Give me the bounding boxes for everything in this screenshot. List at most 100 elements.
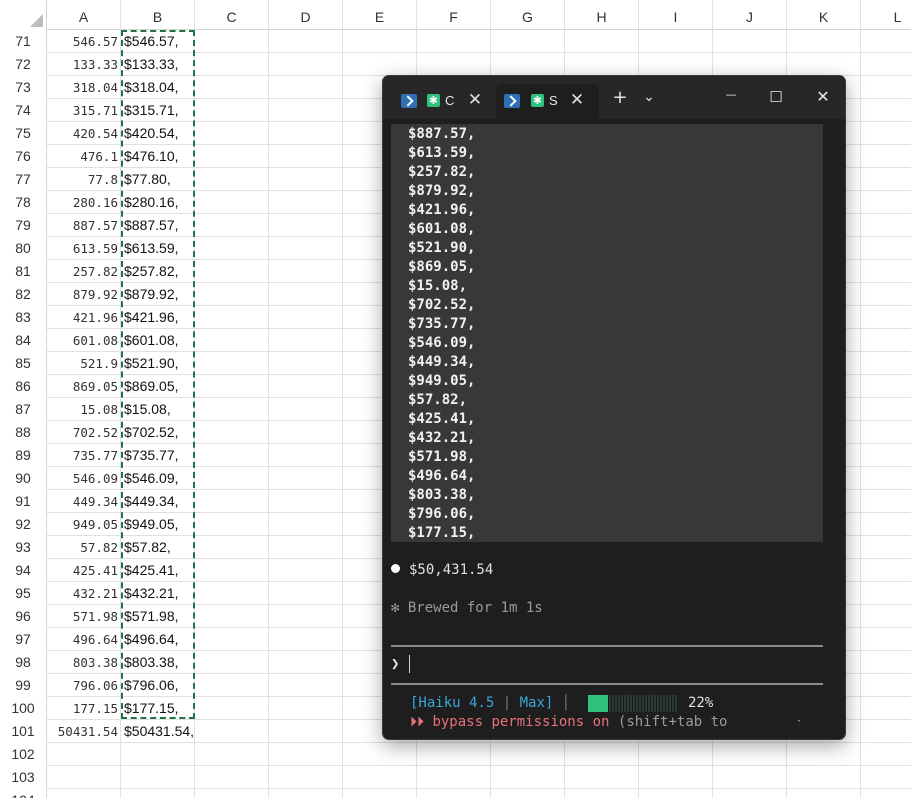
cell-b[interactable] xyxy=(121,766,195,789)
cell-b[interactable]: $869.05, xyxy=(121,375,195,398)
row-header[interactable]: 88 xyxy=(0,421,47,444)
cell-b[interactable]: $420.54, xyxy=(121,122,195,145)
cell-a[interactable]: 421.96 xyxy=(47,306,121,329)
cell-b[interactable]: $571.98, xyxy=(121,605,195,628)
cell-b[interactable]: $15.08, xyxy=(121,398,195,421)
cell-a[interactable]: 476.1 xyxy=(47,145,121,168)
tab-claude-2[interactable]: ✱ S ✕ xyxy=(496,84,599,119)
cell-b[interactable]: $421.96, xyxy=(121,306,195,329)
tab-close-icon[interactable]: ✕ xyxy=(464,89,486,111)
cell-a[interactable]: 496.64 xyxy=(47,628,121,651)
select-all-corner[interactable] xyxy=(0,0,47,30)
cell-b[interactable]: $546.09, xyxy=(121,467,195,490)
column-header-b[interactable]: B xyxy=(121,0,195,30)
tab-dropdown-icon[interactable]: ⌄ xyxy=(640,84,658,112)
minimize-button[interactable]: — xyxy=(720,84,742,112)
cell-b[interactable]: $280.16, xyxy=(121,191,195,214)
cell-b[interactable]: $177.15, xyxy=(121,697,195,720)
cell-b[interactable]: $803.38, xyxy=(121,651,195,674)
cell-a[interactable]: 796.06 xyxy=(47,674,121,697)
cell-b[interactable]: $496.64, xyxy=(121,628,195,651)
cell-a[interactable] xyxy=(47,743,121,766)
cell-a[interactable]: 702.52 xyxy=(47,421,121,444)
cell-b[interactable]: $425.41, xyxy=(121,559,195,582)
close-button[interactable]: ✕ xyxy=(812,84,834,112)
row-header[interactable]: 78 xyxy=(0,191,47,214)
cell-b[interactable]: $796.06, xyxy=(121,674,195,697)
row-header[interactable]: 87 xyxy=(0,398,47,421)
row-header[interactable]: 89 xyxy=(0,444,47,467)
row-header[interactable]: 83 xyxy=(0,306,47,329)
cell-b[interactable]: $77.80, xyxy=(121,168,195,191)
cell-a[interactable]: 803.38 xyxy=(47,651,121,674)
cell-b[interactable]: $702.52, xyxy=(121,421,195,444)
row-header[interactable]: 85 xyxy=(0,352,47,375)
cell-a[interactable]: 77.8 xyxy=(47,168,121,191)
column-header-d[interactable]: D xyxy=(269,0,343,30)
row-header[interactable]: 92 xyxy=(0,513,47,536)
row-header[interactable]: 93 xyxy=(0,536,47,559)
cell-a[interactable]: 613.59 xyxy=(47,237,121,260)
new-tab-button[interactable]: + xyxy=(610,84,630,112)
row-header[interactable]: 91 xyxy=(0,490,47,513)
tab-claude-1[interactable]: ✱ C ✕ xyxy=(389,84,494,119)
row-header[interactable]: 99 xyxy=(0,674,47,697)
cell-a[interactable]: 949.05 xyxy=(47,513,121,536)
maximize-button[interactable]: ☐ xyxy=(765,84,787,112)
column-header-i[interactable]: I xyxy=(639,0,713,30)
cell-b[interactable]: $449.34, xyxy=(121,490,195,513)
terminal-scrollbar[interactable] xyxy=(831,124,837,542)
cell-b[interactable]: $318.04, xyxy=(121,76,195,99)
row-header[interactable]: 71 xyxy=(0,30,47,53)
row-header[interactable]: 81 xyxy=(0,260,47,283)
cell-b[interactable]: $432.21, xyxy=(121,582,195,605)
row-header[interactable]: 77 xyxy=(0,168,47,191)
row-header[interactable]: 98 xyxy=(0,651,47,674)
cell-a[interactable]: 887.57 xyxy=(47,214,121,237)
row-header[interactable]: 79 xyxy=(0,214,47,237)
row-header[interactable]: 94 xyxy=(0,559,47,582)
cell-a[interactable]: 521.9 xyxy=(47,352,121,375)
column-header-e[interactable]: E xyxy=(343,0,417,30)
row-header[interactable]: 75 xyxy=(0,122,47,145)
column-header-f[interactable]: F xyxy=(417,0,491,30)
text-cursor[interactable] xyxy=(409,655,410,673)
column-header-j[interactable]: J xyxy=(713,0,787,30)
cell-a[interactable]: 571.98 xyxy=(47,605,121,628)
column-header-a[interactable]: A xyxy=(47,0,121,30)
row-header[interactable]: 103 xyxy=(0,766,47,789)
cell-a[interactable]: 177.15 xyxy=(47,697,121,720)
terminal-titlebar[interactable]: ✱ C ✕ ✱ S ✕ + ⌄ — ☐ ✕ xyxy=(383,76,845,119)
cell-b[interactable]: $133.33, xyxy=(121,53,195,76)
cell-b[interactable]: $521.90, xyxy=(121,352,195,375)
column-header-g[interactable]: G xyxy=(491,0,565,30)
column-header-c[interactable]: C xyxy=(195,0,269,30)
row-header[interactable]: 97 xyxy=(0,628,47,651)
tab-close-icon[interactable]: ✕ xyxy=(566,89,588,111)
row-header[interactable]: 90 xyxy=(0,467,47,490)
row-header[interactable]: 101 xyxy=(0,720,47,743)
cell-a[interactable]: 425.41 xyxy=(47,559,121,582)
cell-a[interactable]: 879.92 xyxy=(47,283,121,306)
cell-b[interactable]: $257.82, xyxy=(121,260,195,283)
cell-b[interactable]: $57.82, xyxy=(121,536,195,559)
cell-b[interactable]: $476.10, xyxy=(121,145,195,168)
row-header[interactable]: 96 xyxy=(0,605,47,628)
row-header[interactable]: 86 xyxy=(0,375,47,398)
column-header-h[interactable]: H xyxy=(565,0,639,30)
cell-b[interactable]: $887.57, xyxy=(121,214,195,237)
row-header[interactable]: 95 xyxy=(0,582,47,605)
row-header[interactable]: 100 xyxy=(0,697,47,720)
row-header[interactable]: 82 xyxy=(0,283,47,306)
cell-a[interactable]: 601.08 xyxy=(47,329,121,352)
cell-a[interactable]: 257.82 xyxy=(47,260,121,283)
cell-a[interactable]: 546.09 xyxy=(47,467,121,490)
cell-a[interactable]: 315.71 xyxy=(47,99,121,122)
row-header[interactable]: 84 xyxy=(0,329,47,352)
cell-b[interactable]: $50431.54, xyxy=(121,720,195,743)
cell-a[interactable]: 15.08 xyxy=(47,398,121,421)
cell-a[interactable]: 280.16 xyxy=(47,191,121,214)
cell-a[interactable] xyxy=(47,789,121,798)
cell-b[interactable]: $949.05, xyxy=(121,513,195,536)
column-header-k[interactable]: K xyxy=(787,0,861,30)
